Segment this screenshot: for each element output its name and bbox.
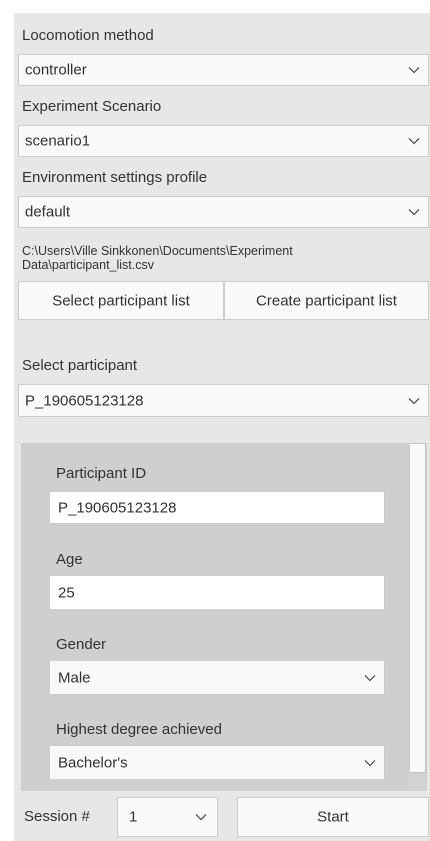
participant-id-input[interactable]: P_190605123128 <box>49 491 385 524</box>
participant-list-path-line2: Data\participant_list.csv <box>22 258 155 272</box>
environment-profile-label: Environment settings profile <box>22 169 208 186</box>
experiment-setup-panel: Locomotion method controller Experiment … <box>14 13 430 841</box>
start-button-label: Start <box>317 808 349 826</box>
locomotion-method-dropdown[interactable]: controller <box>18 54 429 86</box>
degree-label: Highest degree achieved <box>56 721 222 738</box>
experiment-scenario-dropdown[interactable]: scenario1 <box>18 125 429 157</box>
locomotion-method-value: controller <box>25 61 87 79</box>
participant-list-path-line1: C:\Users\Ville Sinkkonen\Documents\Exper… <box>22 244 293 258</box>
participant-list-path: C:\Users\Ville Sinkkonen\Documents\Exper… <box>22 244 293 272</box>
experiment-scenario-value: scenario1 <box>25 132 91 150</box>
participant-id-value: P_190605123128 <box>58 499 177 516</box>
environment-profile-value: default <box>25 203 71 221</box>
age-input[interactable]: 25 <box>49 575 385 610</box>
scrollbar-thumb[interactable] <box>409 443 426 773</box>
participant-form-panel: Participant ID P_190605123128 Age 25 Gen… <box>21 443 408 791</box>
chevron-down-icon <box>408 67 420 74</box>
chevron-down-icon <box>408 397 420 404</box>
gender-dropdown[interactable]: Male <box>49 660 385 695</box>
chevron-down-icon <box>408 209 420 216</box>
age-value: 25 <box>58 584 75 601</box>
degree-dropdown[interactable]: Bachelor's <box>49 745 385 780</box>
session-dropdown[interactable]: 1 <box>117 797 218 837</box>
session-label: Session # <box>24 808 90 825</box>
select-participant-list-label: Select participant list <box>52 292 190 309</box>
create-participant-list-label: Create participant list <box>256 292 397 309</box>
degree-value: Bachelor's <box>58 754 128 771</box>
select-participant-list-button[interactable]: Select participant list <box>18 281 224 320</box>
session-value: 1 <box>129 808 138 826</box>
environment-profile-dropdown[interactable]: default <box>18 196 429 228</box>
select-participant-label: Select participant <box>22 357 138 374</box>
age-label: Age <box>56 551 83 568</box>
chevron-down-icon <box>195 814 207 821</box>
experiment-scenario-label: Experiment Scenario <box>22 98 162 115</box>
start-button[interactable]: Start <box>237 797 429 837</box>
chevron-down-icon <box>364 674 376 681</box>
select-participant-value: P_190605123128 <box>25 392 144 409</box>
select-participant-dropdown[interactable]: P_190605123128 <box>18 384 429 417</box>
chevron-down-icon <box>408 138 420 145</box>
locomotion-method-label: Locomotion method <box>22 27 154 44</box>
gender-value: Male <box>58 669 91 686</box>
form-scrollbar[interactable] <box>408 443 427 791</box>
create-participant-list-button[interactable]: Create participant list <box>224 281 429 320</box>
gender-label: Gender <box>56 636 107 653</box>
chevron-down-icon <box>364 759 376 766</box>
participant-id-label: Participant ID <box>56 465 147 482</box>
